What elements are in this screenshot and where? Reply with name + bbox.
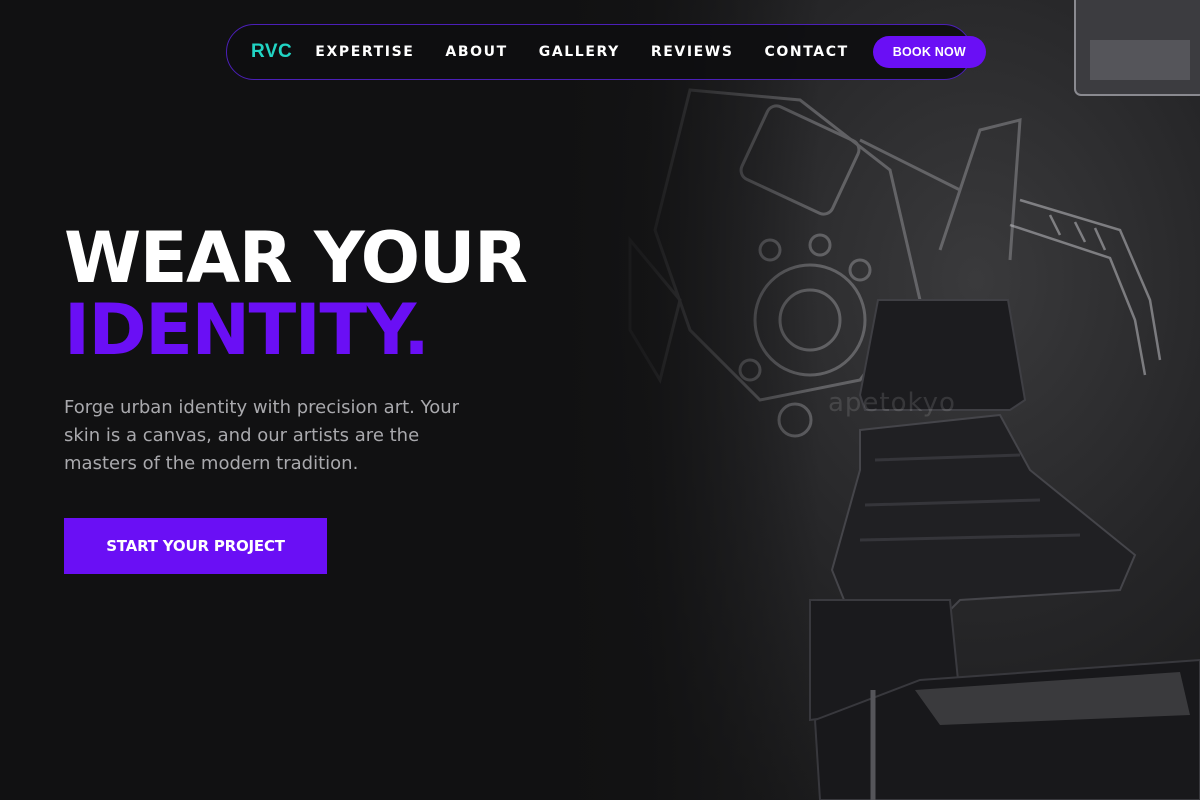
hero-description: Forge urban identity with precision art.…	[64, 397, 460, 474]
nav-link-contact[interactable]: CONTACT	[765, 44, 849, 60]
book-now-button[interactable]: BOOK NOW	[872, 36, 986, 68]
main-navigation: RVC EXPERTISE ABOUT GALLERY REVIEWS CONT…	[226, 24, 986, 80]
nav-link-gallery[interactable]: GALLERY	[539, 44, 620, 60]
hero-title-line-1: WEAR YOUR	[64, 217, 528, 299]
hero-title-line-2: IDENTITY.	[64, 289, 430, 371]
nav-link-expertise[interactable]: EXPERTISE	[315, 44, 414, 60]
image-watermark: apetokyo	[828, 388, 956, 418]
logo[interactable]: RVC	[251, 41, 292, 63]
start-project-button[interactable]: START YOUR PROJECT	[64, 518, 327, 574]
nav-link-reviews[interactable]: REVIEWS	[651, 44, 734, 60]
nav-link-about[interactable]: ABOUT	[445, 44, 507, 60]
hero-title: WEAR YOUR IDENTITY.	[64, 217, 528, 371]
landing-page: apetokyo RVC EXPERTISE ABOUT GALLERY REV…	[0, 0, 1200, 800]
